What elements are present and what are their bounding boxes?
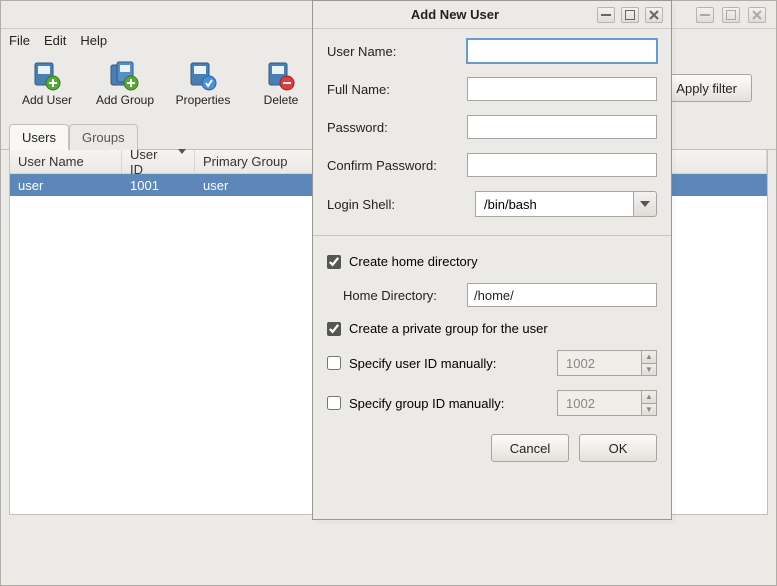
- gid-value: 1002: [557, 390, 641, 416]
- private-group-label: Create a private group for the user: [349, 321, 548, 336]
- delete-button[interactable]: Delete: [247, 55, 315, 111]
- add-group-icon: [109, 59, 141, 91]
- uid-stepper: 1002 ▲ ▼: [557, 350, 657, 376]
- menu-help[interactable]: Help: [80, 33, 107, 48]
- create-home-checkbox[interactable]: [327, 255, 341, 269]
- specify-gid-checkbox[interactable]: [327, 396, 341, 410]
- fullname-label: Full Name:: [327, 82, 459, 97]
- login-shell-value: /bin/bash: [475, 191, 633, 217]
- dialog-body: User Name: Full Name: Password: Confirm …: [313, 29, 671, 424]
- add-user-label: Add User: [22, 93, 72, 107]
- username-field[interactable]: [467, 39, 657, 63]
- dialog-window-controls: [597, 7, 671, 23]
- cancel-button[interactable]: Cancel: [491, 434, 569, 462]
- properties-button[interactable]: Properties: [169, 55, 237, 111]
- home-directory-label: Home Directory:: [343, 288, 459, 303]
- specify-uid-label: Specify user ID manually:: [349, 356, 496, 371]
- delete-icon: [265, 59, 297, 91]
- add-group-button[interactable]: Add Group: [91, 55, 159, 111]
- chevron-down-icon[interactable]: [633, 191, 657, 217]
- password-label: Password:: [327, 120, 459, 135]
- chevron-up-icon: ▲: [641, 350, 657, 363]
- password-field[interactable]: [467, 115, 657, 139]
- dialog-titlebar: Add New User: [313, 1, 671, 29]
- menu-file[interactable]: File: [9, 33, 30, 48]
- delete-label: Delete: [264, 93, 299, 107]
- minimize-icon[interactable]: [597, 7, 615, 23]
- close-icon[interactable]: [645, 7, 663, 23]
- add-user-dialog: Add New User User Name: Full Name: Passw…: [312, 0, 672, 520]
- private-group-checkbox[interactable]: [327, 322, 341, 336]
- add-user-icon: [31, 59, 63, 91]
- add-group-label: Add Group: [96, 93, 154, 107]
- create-home-label: Create home directory: [349, 254, 478, 269]
- cell-userid: 1001: [122, 178, 195, 193]
- cell-primary-group: user: [195, 178, 322, 193]
- specify-gid-label: Specify group ID manually:: [349, 396, 504, 411]
- col-username[interactable]: User Name: [10, 150, 122, 173]
- chevron-down-icon: ▼: [641, 363, 657, 377]
- specify-uid-checkbox[interactable]: [327, 356, 341, 370]
- uid-value: 1002: [557, 350, 641, 376]
- properties-icon: [187, 59, 219, 91]
- login-shell-combo[interactable]: /bin/bash: [475, 191, 657, 217]
- tab-groups[interactable]: Groups: [69, 124, 138, 150]
- home-directory-field[interactable]: [467, 283, 657, 307]
- chevron-down-icon: ▼: [641, 403, 657, 417]
- close-icon[interactable]: [748, 7, 766, 23]
- confirm-password-field[interactable]: [467, 153, 657, 177]
- gid-stepper: 1002 ▲ ▼: [557, 390, 657, 416]
- tab-users[interactable]: Users: [9, 124, 69, 150]
- col-primary-group[interactable]: Primary Group: [195, 150, 322, 173]
- separator: [313, 235, 671, 236]
- chevron-down-icon: [174, 154, 186, 169]
- maximize-icon[interactable]: [722, 7, 740, 23]
- apply-filter-label: Apply filter: [676, 81, 737, 96]
- login-shell-label: Login Shell:: [327, 197, 467, 212]
- fullname-field[interactable]: [467, 77, 657, 101]
- confirm-password-label: Confirm Password:: [327, 158, 459, 173]
- properties-label: Properties: [176, 93, 231, 107]
- dialog-title: Add New User: [313, 7, 597, 22]
- dialog-buttons: Cancel OK: [313, 424, 671, 476]
- menu-edit[interactable]: Edit: [44, 33, 66, 48]
- maximize-icon[interactable]: [621, 7, 639, 23]
- main-window-controls: [696, 7, 776, 23]
- col-userid[interactable]: User ID: [122, 150, 195, 173]
- add-user-button[interactable]: Add User: [13, 55, 81, 111]
- cell-username: user: [10, 178, 122, 193]
- chevron-up-icon: ▲: [641, 390, 657, 403]
- username-label: User Name:: [327, 44, 459, 59]
- minimize-icon[interactable]: [696, 7, 714, 23]
- apply-filter-button[interactable]: Apply filter: [661, 74, 752, 102]
- ok-button[interactable]: OK: [579, 434, 657, 462]
